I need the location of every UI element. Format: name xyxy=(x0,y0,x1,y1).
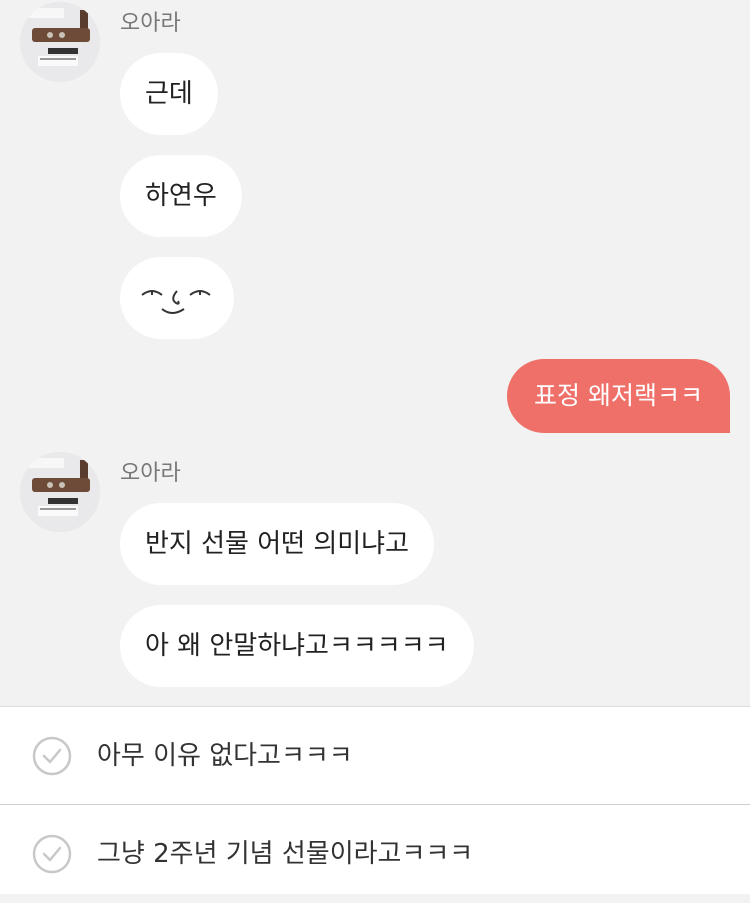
check-circle-icon xyxy=(32,736,72,776)
my-message-bubble[interactable]: 표정 왜저랙ㅋㅋ xyxy=(507,359,730,433)
avatar[interactable] xyxy=(20,452,100,532)
reply-text: 아무 이유 없다고ㅋㅋㅋ xyxy=(97,741,353,771)
smug-face-icon xyxy=(141,290,211,314)
avatar[interactable] xyxy=(20,2,100,82)
message-bubble[interactable]: 반지 선물 어떤 의미냐고 xyxy=(120,503,434,585)
message-bubble[interactable]: 아 왜 안말하냐고ㅋㅋㅋㅋㅋ xyxy=(120,605,474,687)
message-bubble[interactable]: 하연우 xyxy=(120,155,242,237)
message-bubble[interactable]: 근데 xyxy=(120,53,218,135)
reply-option[interactable]: 그냥 2주년 기념 선물이라고ㅋㅋㅋ xyxy=(0,805,750,903)
profile-photo-icon xyxy=(24,458,90,516)
reply-text: 그냥 2주년 기념 선물이라고ㅋㅋㅋ xyxy=(97,839,474,869)
reply-options: 아무 이유 없다고ㅋㅋㅋ 그냥 2주년 기념 선물이라고ㅋㅋㅋ xyxy=(0,706,750,894)
reply-option[interactable]: 아무 이유 없다고ㅋㅋㅋ xyxy=(0,707,750,805)
sender-name: 오아라 xyxy=(120,461,181,486)
check-circle-icon xyxy=(32,834,72,874)
chat-thread: 오아라 근데 하연우 표정 왜저랙ㅋㅋ 오아라 반지 선물 어떤 의미냐고 아 … xyxy=(0,0,750,706)
sender-name: 오아라 xyxy=(120,11,181,36)
emoticon-bubble[interactable] xyxy=(120,257,234,339)
profile-photo-icon xyxy=(24,8,90,66)
